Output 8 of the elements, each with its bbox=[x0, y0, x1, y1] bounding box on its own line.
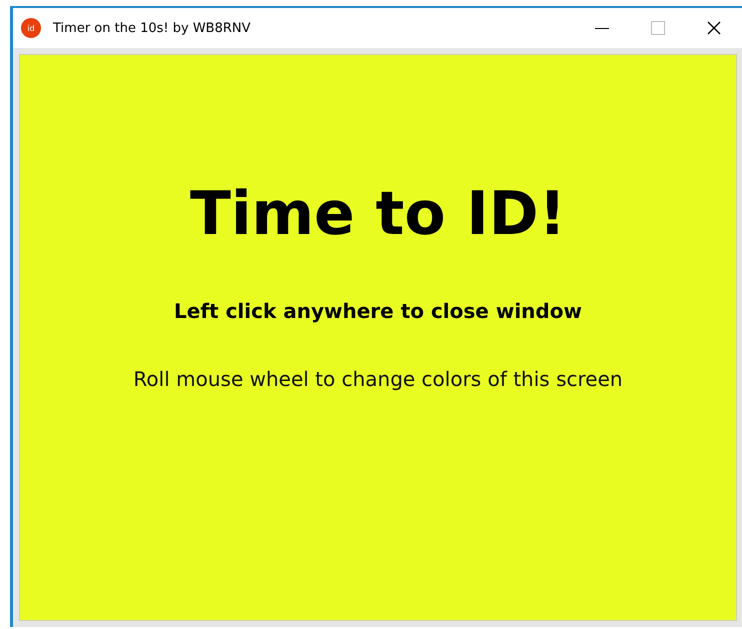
maximize-icon bbox=[651, 21, 665, 35]
window-title: Timer on the 10s! by WB8RNV bbox=[53, 20, 252, 36]
instruction-text: Left click anywhere to close window bbox=[174, 299, 582, 323]
heading: Time to ID! bbox=[190, 179, 566, 249]
hint-text: Roll mouse wheel to change colors of this screen bbox=[133, 367, 623, 391]
screen-background[interactable]: Time to ID! Left click anywhere to close window Roll mouse wheel to change colors of this screen bbox=[19, 54, 737, 621]
app-icon: id bbox=[21, 18, 41, 38]
close-icon bbox=[707, 21, 721, 35]
